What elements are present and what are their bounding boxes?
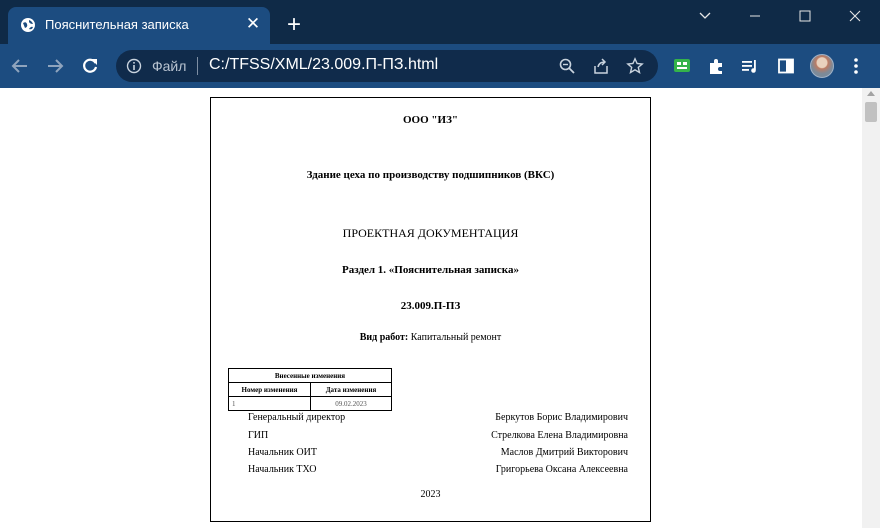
close-icon[interactable]: ✕ [244,15,262,33]
new-tab-button[interactable]: + [282,13,306,37]
url-text[interactable]: C:/TFSS/XML/23.009.П-ПЗ.html [209,56,438,74]
browser-toolbar: Файл C:/TFSS/XML/23.009.П-ПЗ.html [0,44,880,88]
puzzle-icon[interactable] [706,56,726,76]
tab-title: Пояснительная записка [45,17,189,32]
chevron-down-icon[interactable] [682,0,728,32]
changes-table-title: Внесенные изменения [228,368,392,383]
minimize-icon[interactable] [732,0,778,32]
signature-name: Стрелкова Елена Владимировна [491,430,628,441]
info-icon[interactable] [126,58,142,74]
scroll-up-icon[interactable] [867,91,875,96]
object-name: Здание цеха по производству подшипников … [306,169,555,181]
share-icon[interactable] [592,57,610,75]
doc-type: ПРОЕКТНАЯ ДОКУМЕНТАЦИЯ [342,226,519,240]
star-icon[interactable] [626,57,644,75]
document-sheet: ООО "ИЗ" Здание цеха по производству под… [210,97,651,522]
browser-tab[interactable]: Пояснительная записка ✕ [8,7,270,44]
work-type-label: Вид работ: [359,332,409,343]
change-date-cell: 09.02.2023 [310,396,392,411]
change-number-cell: 1 [228,396,311,411]
avatar[interactable] [810,54,834,78]
address-bar[interactable]: Файл C:/TFSS/XML/23.009.П-ПЗ.html [116,50,658,82]
col-change-number: Номер изменения [228,382,311,397]
back-icon[interactable] [8,54,32,78]
globe-icon [20,17,36,33]
signature-name: Беркутов Борис Владимирович [495,412,628,423]
document-year: 2023 [420,489,441,500]
signature-name: Маслов Дмитрий Викторович [500,447,628,458]
forward-icon[interactable] [43,54,67,78]
doc-code: 23.009.П-ПЗ [400,300,461,312]
section-title: Раздел 1. «Пояснительная записка» [342,264,519,276]
work-type: Вид работ: Капитальный ремонт [211,332,650,343]
table-row: 1 09.02.2023 [228,396,392,411]
scrollbar[interactable] [862,88,880,528]
signature-role: ГИП [248,430,269,441]
reload-icon[interactable] [78,54,102,78]
changes-table: Внесенные изменения Номер изменения Дата… [228,368,392,411]
col-change-date: Дата изменения [310,382,392,397]
side-panel-icon[interactable] [776,56,796,76]
signature-name: Григорьева Оксана Алексеевна [495,464,628,475]
file-scheme-label: Файл [152,58,187,74]
window-close-icon[interactable] [832,0,878,32]
tab-strip: Пояснительная записка ✕ + [0,0,880,44]
extension-icon[interactable] [672,56,692,76]
signature-role: Генеральный директор [248,412,346,423]
signature-role: Начальник ОИТ [248,447,317,458]
signature-role: Начальник ТХО [248,464,317,475]
work-type-value: Капитальный ремонт [410,332,502,343]
menu-icon[interactable] [846,56,866,76]
org-name: ООО "ИЗ" [403,114,458,126]
media-icon[interactable] [740,56,760,76]
omnibox-divider [197,57,198,75]
maximize-icon[interactable] [782,0,828,32]
scroll-thumb[interactable] [865,102,877,122]
zoom-icon[interactable] [558,57,576,75]
